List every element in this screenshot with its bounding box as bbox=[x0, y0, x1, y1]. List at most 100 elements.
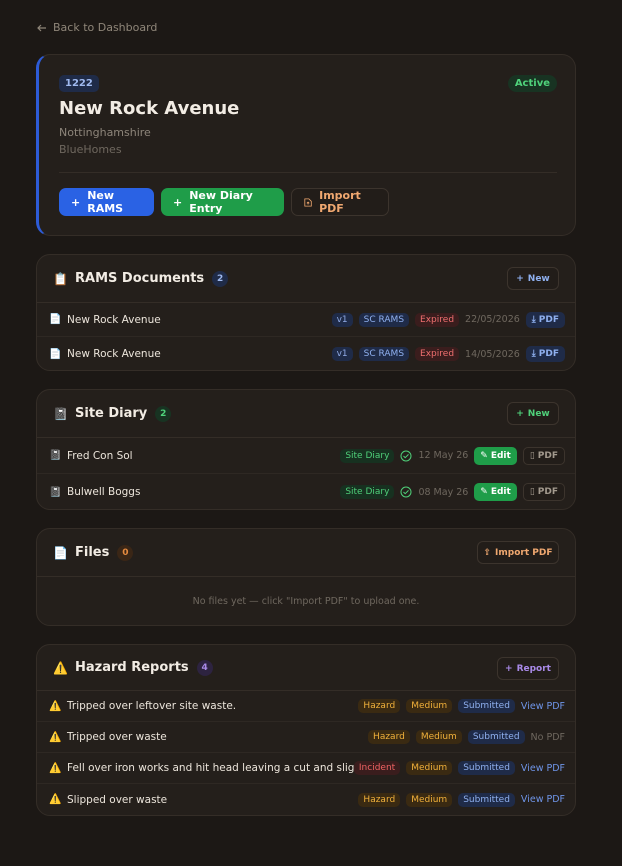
type-badge: Incident bbox=[353, 761, 401, 775]
table-row[interactable]: 📓 Fred Con Sol Site Diary 12 May 26 ✎ Ed… bbox=[37, 438, 575, 474]
hazard-name: Slipped over waste bbox=[67, 793, 168, 806]
pdf-label: PDF bbox=[538, 314, 559, 325]
status-badge: Active bbox=[507, 75, 557, 92]
diary-name: Bulwell Boggs bbox=[67, 486, 141, 498]
warning-icon: ⚠️ bbox=[53, 660, 68, 675]
download-icon: ⤓ bbox=[531, 314, 536, 325]
warning-icon: ⚠️ bbox=[49, 731, 62, 743]
date-label: 08 May 26 bbox=[418, 486, 469, 498]
table-row[interactable]: 📓 Bulwell Boggs Site Diary 08 May 26 ✎ E… bbox=[37, 474, 575, 509]
type-badge: Hazard bbox=[358, 792, 401, 807]
notebook-icon: 📓 bbox=[49, 486, 62, 498]
table-row[interactable]: ⚠️ Fell over iron works and hit head lea… bbox=[37, 753, 575, 784]
section-header: 📓 Site Diary 2 + New bbox=[37, 390, 575, 438]
job-header-card: 1222 Active New Rock Avenue Nottinghamsh… bbox=[36, 54, 576, 236]
status-badge: Submitted bbox=[458, 792, 515, 807]
date-label: 14/05/2026 bbox=[465, 348, 520, 360]
plus-icon: + bbox=[516, 273, 524, 284]
hazard-reports-section: ⚠️ Hazard Reports 4 + Report ⚠️ Tripped … bbox=[36, 644, 576, 816]
warning-icon: ⚠️ bbox=[49, 762, 62, 774]
type-badge: Site Diary bbox=[340, 448, 395, 463]
count-badge: 0 bbox=[117, 544, 134, 561]
divider bbox=[59, 172, 557, 173]
type-badge: SC RAMS bbox=[358, 312, 410, 327]
file-upload-icon: ⇪ bbox=[483, 547, 492, 558]
report-label: Report bbox=[516, 663, 551, 674]
count-badge: 2 bbox=[212, 270, 229, 287]
import-pdf-button[interactable]: Import PDF bbox=[291, 188, 389, 216]
hazard-name: Fell over iron works and hit head leavin… bbox=[67, 762, 379, 774]
rams-documents-section: 📋 RAMS Documents 2 + New 📄 New Rock Aven… bbox=[36, 254, 576, 371]
type-badge: SC RAMS bbox=[358, 347, 410, 361]
pencil-icon: ✎ bbox=[480, 450, 488, 461]
version-badge: v1 bbox=[331, 347, 353, 361]
severity-badge: Medium bbox=[406, 699, 453, 713]
import-pdf-label: Import PDF bbox=[319, 189, 361, 215]
new-rams-button[interactable]: + New RAMS bbox=[59, 188, 154, 216]
document-icon: 📄 bbox=[53, 545, 68, 560]
plus-icon: + bbox=[516, 408, 524, 419]
download-pdf-button[interactable]: ⤓ PDF bbox=[525, 311, 565, 328]
new-diary-button[interactable]: + New bbox=[507, 402, 559, 425]
pdf-label: PDF bbox=[537, 487, 558, 497]
date-label: 12 May 26 bbox=[418, 450, 469, 461]
back-to-dashboard-link[interactable]: Back to Dashboard bbox=[37, 21, 157, 34]
plus-icon: + bbox=[505, 663, 513, 674]
section-title: Files bbox=[75, 545, 110, 560]
edit-button[interactable]: ✎ Edit bbox=[474, 483, 517, 501]
table-row[interactable]: 📄 New Rock Avenue v1 SC RAMS Expired 22/… bbox=[37, 303, 575, 337]
table-row[interactable]: ⚠️ Tripped over leftover site waste. Haz… bbox=[37, 691, 575, 722]
new-diary-entry-button[interactable]: + New Diary Entry bbox=[161, 188, 284, 216]
view-pdf-link[interactable]: View PDF bbox=[521, 701, 565, 712]
download-icon: ⤓ bbox=[531, 349, 536, 359]
document-icon: 📄 bbox=[49, 314, 62, 325]
file-upload-icon bbox=[304, 197, 312, 207]
warning-icon: ⚠️ bbox=[49, 794, 62, 805]
check-circle-icon bbox=[400, 450, 412, 461]
file-icon: ▯ bbox=[529, 450, 535, 461]
empty-state: No files yet — click "Import PDF" to upl… bbox=[192, 595, 420, 607]
download-pdf-button[interactable]: ⤓ PDF bbox=[525, 346, 565, 362]
section-title: RAMS Documents bbox=[75, 271, 205, 286]
no-pdf-label: No PDF bbox=[530, 731, 565, 743]
page-title: New Rock Avenue bbox=[59, 98, 240, 119]
hazard-name: Tripped over leftover site waste. bbox=[67, 700, 237, 712]
new-rams-label: New RAMS bbox=[87, 189, 124, 215]
table-row[interactable]: 📄 New Rock Avenue v1 SC RAMS Expired 14/… bbox=[37, 337, 575, 370]
table-row[interactable]: ⚠️ Tripped over waste Hazard Medium Subm… bbox=[37, 722, 575, 753]
new-diary-label: New Diary Entry bbox=[189, 189, 253, 215]
check-circle-icon bbox=[400, 486, 412, 498]
import-pdf-file-button[interactable]: ⇪ Import PDF bbox=[477, 541, 559, 564]
files-section: 📄 Files 0 ⇪ Import PDF No files yet — cl… bbox=[36, 528, 576, 626]
site-diary-section: 📓 Site Diary 2 + New 📓 Fred Con Sol Site… bbox=[36, 389, 576, 510]
view-pdf-link[interactable]: View PDF bbox=[521, 763, 565, 774]
new-rams-doc-button[interactable]: + New bbox=[507, 267, 559, 290]
action-bar: + New RAMS + New Diary Entry Import PDF bbox=[59, 188, 389, 216]
severity-badge: Medium bbox=[415, 730, 462, 744]
rams-name: New Rock Avenue bbox=[67, 348, 161, 360]
pdf-label: PDF bbox=[538, 349, 559, 359]
type-badge: Hazard bbox=[358, 699, 401, 713]
job-client: BlueHomes bbox=[59, 143, 122, 156]
expired-badge: Expired bbox=[415, 347, 460, 361]
count-badge: 2 bbox=[155, 405, 172, 422]
expired-badge: Expired bbox=[415, 312, 460, 327]
diary-name: Fred Con Sol bbox=[67, 449, 133, 462]
warning-icon: ⚠️ bbox=[49, 700, 62, 712]
new-report-button[interactable]: + Report bbox=[497, 657, 559, 680]
section-header: 📋 RAMS Documents 2 + New bbox=[37, 255, 575, 303]
pdf-button[interactable]: ▯ PDF bbox=[522, 446, 565, 465]
edit-label: Edit bbox=[490, 487, 511, 497]
document-icon: 📄 bbox=[49, 348, 62, 360]
arrow-left-icon bbox=[37, 24, 46, 31]
new-label: New bbox=[527, 273, 550, 284]
view-pdf-link[interactable]: View PDF bbox=[521, 794, 565, 805]
section-title: Site Diary bbox=[75, 406, 148, 421]
import-label: Import PDF bbox=[495, 547, 553, 558]
plus-icon: + bbox=[71, 195, 81, 209]
clipboard-icon: 📋 bbox=[53, 271, 68, 286]
pdf-button[interactable]: ▯ PDF bbox=[522, 483, 565, 501]
severity-badge: Medium bbox=[406, 792, 453, 807]
table-row[interactable]: ⚠️ Slipped over waste Hazard Medium Subm… bbox=[37, 784, 575, 815]
edit-button[interactable]: ✎ Edit bbox=[474, 446, 517, 465]
